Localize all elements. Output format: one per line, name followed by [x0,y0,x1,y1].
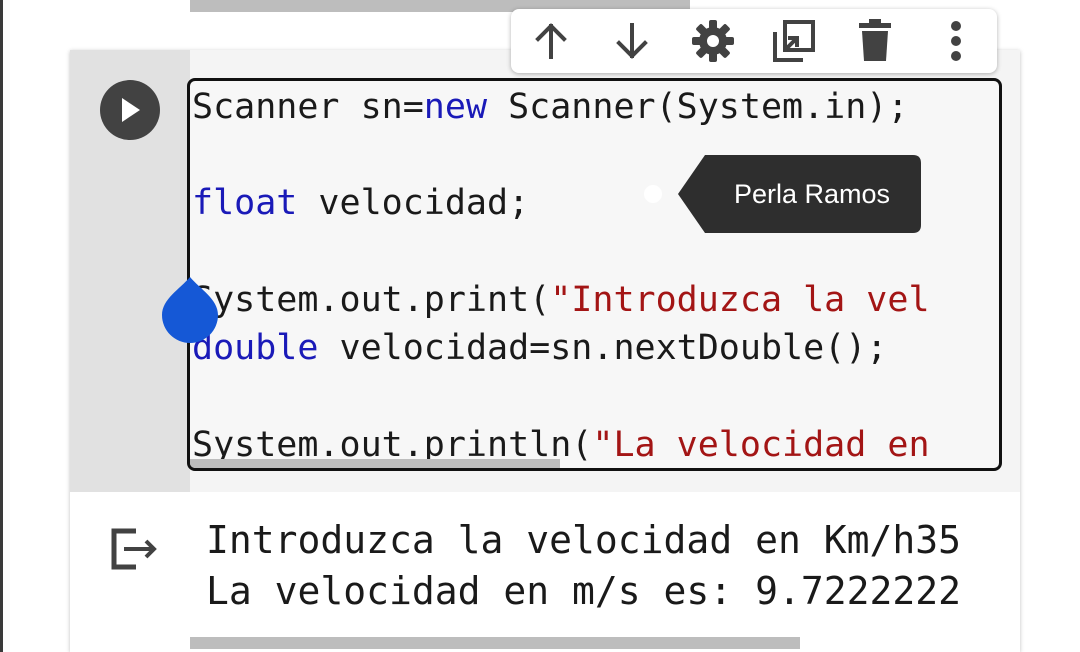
collaborator-cursor [644,185,662,203]
selection-handle-icon[interactable] [160,275,220,345]
play-icon [122,98,140,122]
code-line: System.out.print("Introduzca la vel [192,280,930,320]
output-horizontal-scrollbar[interactable] [190,637,800,649]
gear-icon [692,20,734,62]
mirror-cell-icon [773,20,815,62]
editor-horizontal-scrollbar[interactable] [190,459,560,468]
collaborator-tooltip: Perla Ramos [678,155,921,233]
delete-cell-button[interactable] [849,15,901,67]
code-editor[interactable]: Scanner sn=new Scanner(System.in); float… [187,78,1002,471]
mirror-cell-button[interactable] [768,15,820,67]
output-icon[interactable] [110,527,160,571]
cell-settings-button[interactable] [687,15,739,67]
window-edge [0,0,3,652]
move-cell-down-button[interactable] [606,15,658,67]
run-cell-button[interactable] [100,80,160,140]
output-line: La velocidad en m/s es: 9.7222222 [206,569,961,613]
cell-toolbar [511,9,997,73]
output-text: Introduzca la velocidad en Km/h35 La vel… [200,510,1020,620]
arrow-up-icon [535,23,567,59]
arrow-down-icon [616,23,648,59]
code-line: double velocidad=sn.nextDouble(); [192,328,888,368]
trash-icon [859,19,891,61]
move-cell-up-button[interactable] [525,15,577,67]
collaborator-name: Perla Ramos [733,178,891,209]
code-line: Scanner sn=new Scanner(System.in); [192,87,909,127]
output-line: Introduzca la velocidad en Km/h35 [206,518,961,562]
code-line: float velocidad; [192,183,530,223]
more-vert-icon [951,21,961,61]
more-options-button[interactable] [930,15,982,67]
